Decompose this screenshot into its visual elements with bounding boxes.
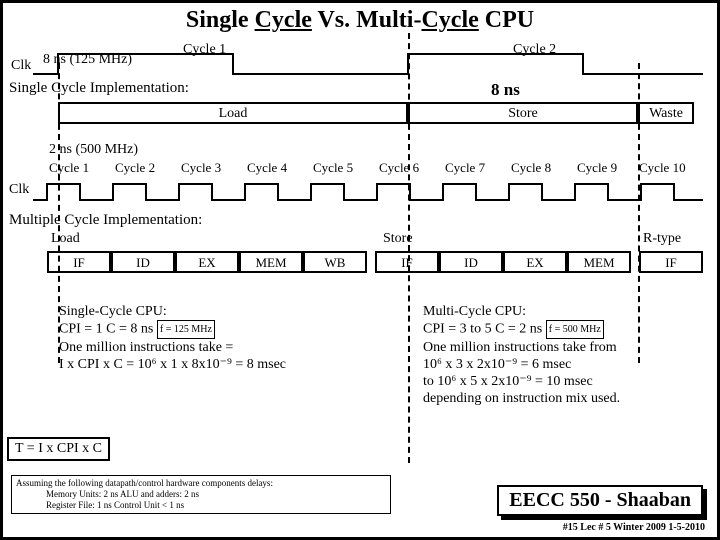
calc-line: One million instructions take from (423, 339, 713, 356)
cycle-label: Cycle 10 (639, 160, 686, 176)
multi-clock-row: Clk (3, 178, 717, 206)
waste-box: Waste (638, 102, 694, 124)
assume-line: Assuming the following datapath/control … (16, 478, 386, 489)
course-badge: EECC 550 - Shaaban (497, 485, 703, 516)
stage-cell: MEM (567, 251, 631, 273)
cycle-label: Cycle 5 (313, 160, 353, 176)
freq-box: f = 125 MHz (157, 320, 215, 339)
calc-line: to 10⁶ x 5 x 2x10⁻⁹ = 10 msec (423, 373, 713, 390)
calc-line: I x CPI x C = 10⁶ x 1 x 8x10⁻⁹ = 8 msec (59, 356, 399, 373)
cycle-label: Cycle 9 (577, 160, 617, 176)
stage-cell: IF (639, 251, 703, 273)
period2-label: 2 ns (500 MHz) (49, 142, 138, 158)
calc-line: One million instructions take = (59, 339, 399, 356)
single-instr-row: Load Store Waste (3, 102, 717, 128)
stage-cell: ID (439, 251, 503, 273)
multi-cycle-labels: 2 ns (500 MHz) Cycle 1 Cycle 2 Cycle 3 C… (3, 142, 717, 178)
assume-line: Register File: 1 ns Control Unit < 1 ns (16, 500, 386, 511)
assume-line: Memory Units: 2 ns ALU and adders: 2 ns (16, 489, 386, 500)
calc-line: CPI = 1 C = 8 ns f = 125 MHz (59, 320, 399, 339)
stage-cell: MEM (239, 251, 303, 273)
multi-stage-row: IF ID EX MEM WB IF ID EX MEM IF (3, 251, 717, 275)
multi-headers: Load Store R-type (3, 231, 717, 251)
cycle-label: Cycle 4 (247, 160, 287, 176)
formula-box: T = I x CPI x C (7, 437, 110, 461)
cycle-label: Cycle 2 (115, 160, 155, 176)
calc-line: CPI = 3 to 5 C = 2 ns f = 500 MHz (423, 320, 713, 339)
single-cycle-clock-row: Clk 8 ns (125 MHz) Cycle 1 Cycle 2 (3, 36, 717, 80)
cycle-label: Cycle 8 (511, 160, 551, 176)
freq-box: f = 500 MHz (546, 320, 604, 339)
calc-line: depending on instruction mix used. (423, 390, 713, 407)
cycle-label: Cycle 6 (379, 160, 419, 176)
stage-cell: EX (175, 251, 239, 273)
store-box: Store (408, 102, 638, 124)
stage-cell: EX (503, 251, 567, 273)
cycle-label: Cycle 3 (181, 160, 221, 176)
stage-cell: IF (47, 251, 111, 273)
cycle-label: Cycle 7 (445, 160, 485, 176)
slide: Single Cycle Vs. Multi-Cycle CPU Clk 8 n… (0, 0, 720, 540)
load-box: Load (58, 102, 408, 124)
load-header: Load (51, 231, 80, 247)
calc-multi: Multi-Cycle CPU: CPI = 3 to 5 C = 2 ns f… (423, 303, 713, 407)
calc-line: 10⁶ x 3 x 2x10⁻⁹ = 6 msec (423, 356, 713, 373)
eight-ns-label: 8 ns (491, 80, 520, 100)
stage-cell: IF (375, 251, 439, 273)
single-impl-label: Single Cycle Implementation: (9, 80, 189, 97)
calc-heading: Single-Cycle CPU: (59, 303, 399, 320)
stage-cell: WB (303, 251, 367, 273)
calc-heading: Multi-Cycle CPU: (423, 303, 713, 320)
single-impl-row: Single Cycle Implementation: 8 ns (3, 80, 717, 100)
slide-title: Single Cycle Vs. Multi-Cycle CPU (3, 7, 717, 34)
stage-cell: ID (111, 251, 175, 273)
rtype-header: R-type (643, 231, 681, 247)
assumptions-box: Assuming the following datapath/control … (11, 475, 391, 514)
slide-footer: #15 Lec # 5 Winter 2009 1-5-2010 (563, 522, 705, 533)
calc-single: Single-Cycle CPU: CPI = 1 C = 8 ns f = 1… (59, 303, 399, 373)
cycle-label: Cycle 1 (49, 160, 89, 176)
multi-impl-label: Multiple Cycle Implementation: (9, 212, 717, 229)
store-header: Store (383, 231, 413, 247)
